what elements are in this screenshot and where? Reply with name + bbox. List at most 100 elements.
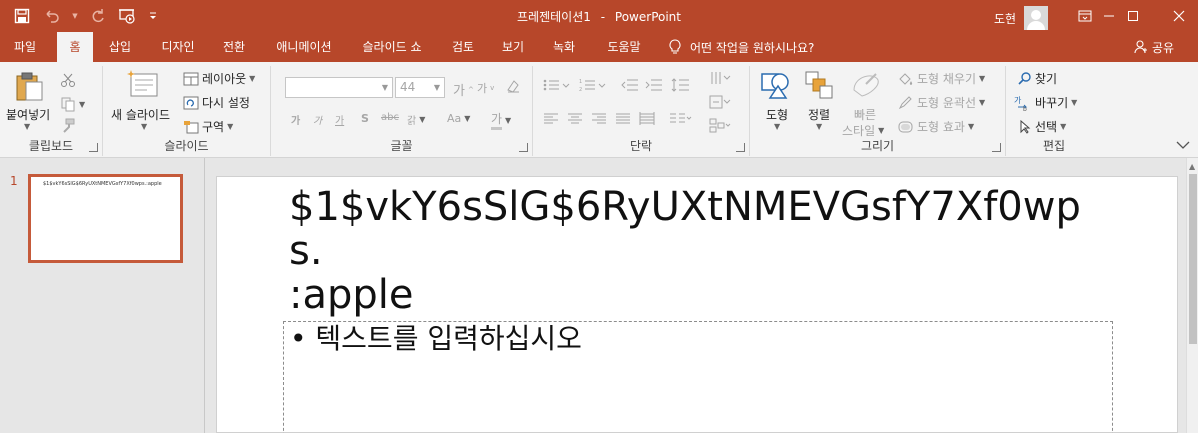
strikethrough-icon[interactable]: abc: [381, 112, 399, 123]
scroll-up-icon[interactable]: ▲: [1189, 162, 1195, 171]
avatar[interactable]: [1024, 6, 1049, 30]
font-size-dropdown-icon[interactable]: ▼: [430, 78, 444, 97]
increase-font-icon[interactable]: 가 ^: [453, 80, 474, 99]
change-case-button[interactable]: Aa ▼: [447, 112, 470, 125]
find-button[interactable]: 찾기: [1018, 70, 1057, 87]
columns-icon[interactable]: [669, 112, 693, 126]
new-slide-dropdown[interactable]: ▼: [141, 122, 147, 131]
shape-outline-label: 도형 윤곽선: [917, 96, 977, 110]
vertical-scrollbar[interactable]: ▲: [1186, 158, 1198, 433]
tab-help[interactable]: 도움말: [598, 32, 650, 62]
font-name-input[interactable]: ▼: [285, 77, 393, 98]
line-spacing-icon[interactable]: [671, 78, 695, 92]
replace-button[interactable]: 가b 바꾸기 ▼: [1014, 94, 1077, 111]
copy-button[interactable]: ▼: [60, 96, 85, 112]
new-slide-button[interactable]: 새 슬라이드: [111, 106, 170, 123]
distributed-icon[interactable]: [639, 112, 655, 126]
tab-transitions[interactable]: 전환: [214, 32, 254, 62]
close-button[interactable]: [1156, 0, 1198, 32]
reset-button[interactable]: 다시 설정: [183, 94, 250, 111]
arrange-icon[interactable]: [804, 70, 834, 103]
content-placeholder[interactable]: • 텍스트를 입력하십시오: [283, 321, 1113, 433]
align-right-icon[interactable]: [591, 112, 607, 126]
lightbulb-icon: [669, 39, 681, 54]
user-account[interactable]: 도현: [994, 6, 1049, 30]
font-launcher-icon[interactable]: [519, 143, 528, 152]
shape-fill-button[interactable]: 도형 채우기 ▼: [898, 70, 985, 87]
undo-icon[interactable]: [40, 5, 64, 27]
tab-view[interactable]: 보기: [494, 32, 532, 62]
font-name-dropdown-icon[interactable]: ▼: [378, 78, 392, 97]
quick-styles-button-line1[interactable]: 빠른: [854, 106, 876, 123]
decrease-indent-icon[interactable]: [621, 78, 639, 92]
shapes-dropdown[interactable]: ▼: [774, 122, 780, 131]
slide-title[interactable]: $1$vkY6sSlG$6RyUXtNMEVGsfY7Xf0wps. :appl…: [289, 185, 1109, 317]
bullets-icon[interactable]: [543, 78, 571, 92]
slide-title-line-2: :apple: [289, 272, 414, 318]
quick-styles-icon[interactable]: [850, 70, 882, 103]
numbering-icon[interactable]: 12: [579, 78, 607, 92]
drawing-launcher-icon[interactable]: [992, 143, 1001, 152]
shapes-icon[interactable]: [760, 70, 792, 103]
align-text-icon[interactable]: [709, 94, 731, 110]
scissors-icon: [61, 73, 75, 87]
tab-slideshow[interactable]: 슬라이드 쇼: [352, 32, 432, 62]
shape-outline-button[interactable]: 도형 윤곽선 ▼: [898, 94, 985, 111]
new-slide-icon[interactable]: [127, 70, 159, 103]
tab-home[interactable]: 홈: [57, 32, 93, 62]
customize-icon[interactable]: [146, 5, 160, 27]
layout-button[interactable]: 레이아웃 ▼: [183, 70, 255, 87]
scrollbar-thumb[interactable]: [1189, 174, 1197, 344]
arrange-button[interactable]: 정렬: [808, 106, 830, 123]
italic-icon[interactable]: 가: [313, 112, 322, 127]
section-button[interactable]: 구역 ▼: [183, 118, 233, 135]
undo-dropdown-icon[interactable]: ▼: [70, 5, 80, 27]
slide-canvas[interactable]: $1$vkY6sSlG$6RyUXtNMEVGsfY7Xf0wps. :appl…: [216, 176, 1178, 433]
justify-icon[interactable]: [615, 112, 631, 126]
font-group: ▼ 44 ▼ 가 ^ 가v 가 가 가 S abc 갉 ▼ Aa ▼ 가 ▼ 글꼴: [271, 66, 533, 156]
format-painter-icon: [63, 118, 75, 133]
clipboard-launcher-icon[interactable]: [89, 143, 98, 152]
decrease-font-icon[interactable]: 가v: [477, 80, 494, 96]
paragraph-launcher-icon[interactable]: [736, 143, 745, 152]
paste-label: 붙여넣기: [6, 108, 51, 122]
tab-file[interactable]: 파일: [0, 32, 50, 62]
bold-icon[interactable]: 가: [291, 112, 300, 127]
align-center-icon[interactable]: [567, 112, 583, 126]
tab-recording[interactable]: 녹화: [544, 32, 584, 62]
slideshow-icon[interactable]: [116, 5, 140, 27]
font-size-input[interactable]: 44 ▼: [395, 77, 445, 98]
text-direction-icon[interactable]: [709, 70, 731, 86]
shape-effects-button[interactable]: 도형 효과 ▼: [898, 118, 974, 135]
arrange-label: 정렬: [808, 108, 831, 122]
tab-design[interactable]: 디자인: [152, 32, 204, 62]
font-color-button[interactable]: 가 ▼: [491, 110, 511, 130]
share-button[interactable]: 공유: [1134, 32, 1174, 62]
tell-me-box[interactable]: 어떤 작업을 원하시나요?: [668, 32, 814, 62]
format-painter-button[interactable]: [60, 118, 76, 134]
slide-thumbnail[interactable]: $1$vkY6sSlG$6RyUXtNMEVGsfY7Xf0wps.:apple: [28, 174, 183, 263]
increase-indent-icon[interactable]: [645, 78, 663, 92]
underline-icon[interactable]: 가: [335, 112, 344, 127]
paste-button[interactable]: 붙여넣기: [6, 106, 50, 123]
align-left-icon[interactable]: [543, 112, 559, 126]
shadow-icon[interactable]: S: [361, 112, 369, 125]
quick-styles-label-1: 빠른: [854, 108, 877, 122]
save-icon[interactable]: [10, 5, 34, 27]
tab-review[interactable]: 검토: [444, 32, 482, 62]
paste-dropdown[interactable]: ▼: [24, 122, 30, 131]
tab-animations[interactable]: 애니메이션: [268, 32, 340, 62]
character-spacing-button[interactable]: 갉 ▼: [407, 112, 425, 127]
select-button[interactable]: 선택 ▼: [1018, 118, 1066, 135]
cut-button[interactable]: [60, 72, 76, 88]
shapes-button[interactable]: 도형: [766, 106, 788, 123]
clear-formatting-icon[interactable]: [505, 78, 521, 94]
maximize-button[interactable]: [1110, 0, 1156, 32]
collapse-ribbon-icon[interactable]: [1176, 138, 1190, 152]
arrange-dropdown[interactable]: ▼: [816, 122, 822, 131]
shape-effects-label: 도형 효과: [917, 120, 965, 134]
paste-icon[interactable]: [14, 70, 44, 105]
tab-insert[interactable]: 삽입: [100, 32, 140, 62]
smartart-icon[interactable]: [709, 118, 731, 134]
redo-icon[interactable]: [86, 5, 110, 27]
